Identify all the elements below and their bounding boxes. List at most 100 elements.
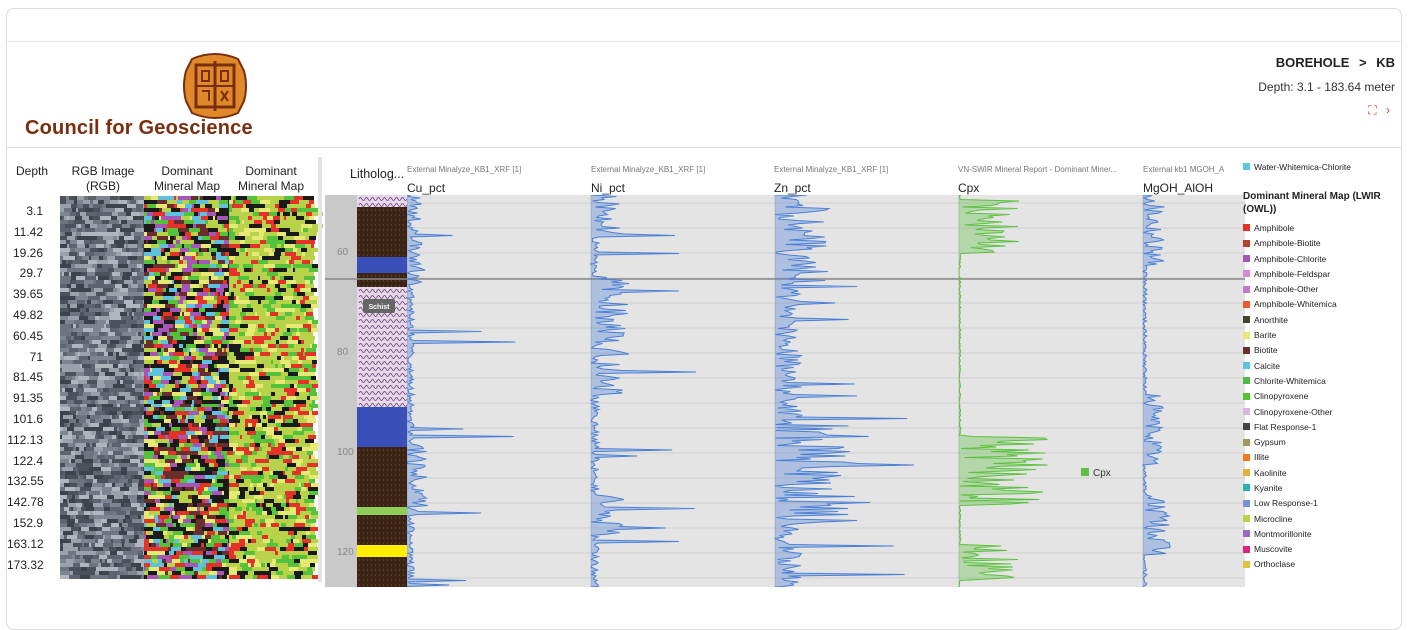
legend-swatch <box>1243 560 1250 568</box>
legend-swatch <box>1243 484 1250 492</box>
track-source: External Minalyze_KB1_XRF [1] <box>407 165 522 174</box>
legend-items: Amphibole Amphibole-Biotite Amphibole-Chlo… <box>1243 220 1401 572</box>
depth-tick: 71 <box>29 349 43 364</box>
org-name: Council for Geoscience <box>25 117 253 139</box>
council-logo <box>183 53 247 119</box>
breadcrumb: BOREHOLE > KB <box>1276 55 1395 70</box>
legend-title: Dominant Mineral Map (LWIR (OWL)) <box>1243 191 1381 216</box>
legend-item-label: Microcline <box>1254 513 1293 524</box>
rgb-image-column[interactable] <box>60 196 154 579</box>
legend-item-label: Barite <box>1254 330 1277 341</box>
depth-tick: 19.26 <box>12 245 43 260</box>
legend-swatch <box>1243 331 1250 339</box>
track-name[interactable]: Ni_pct <box>591 181 625 195</box>
legend-item-label: Montmorillonite <box>1254 528 1312 539</box>
legend-swatch <box>1243 163 1250 171</box>
legend-swatch <box>1243 423 1250 431</box>
dominant-mineral-map-2[interactable] <box>229 196 323 579</box>
lithology-unit[interactable] <box>357 257 407 273</box>
legend-item-label: Clinopyroxene <box>1254 391 1309 402</box>
track-source: External kb1 MGOH_A <box>1143 165 1225 174</box>
legend-item-label: Muscovite <box>1254 544 1293 555</box>
breadcrumb-separator: > <box>1359 55 1367 70</box>
borehole-viewer-card: Council for Geoscience BOREHOLE > KB Dep… <box>6 8 1402 630</box>
lithology-depth-mark: 100 <box>337 447 354 458</box>
legend-swatch <box>1243 270 1250 278</box>
col-header-dmm-1: Dominant Mineral Map <box>153 164 221 193</box>
legend-item: Orthoclase <box>1243 557 1401 572</box>
legend-item: Biotite <box>1243 343 1401 358</box>
legend-item: Low Response-1 <box>1243 496 1401 511</box>
legend-item: Amphibole-Biotite <box>1243 236 1401 251</box>
lithology-unit[interactable] <box>357 447 407 507</box>
legend-item: Amphibole <box>1243 220 1401 235</box>
lithology-unit[interactable] <box>357 407 407 447</box>
legend-item-label: Amphibole <box>1254 222 1295 233</box>
col-header-dmm-2: Dominant Mineral Map <box>237 164 305 193</box>
legend-item-label: Anorthite <box>1254 314 1289 325</box>
legend-item: Muscovite <box>1243 542 1401 557</box>
legend-swatch <box>1243 392 1250 400</box>
dominant-mineral-map-1[interactable] <box>144 196 238 579</box>
panel-splitter[interactable] <box>318 157 322 582</box>
legend-swatch <box>1243 453 1250 461</box>
col-header-rgb: RGB Image (RGB) <box>71 164 135 193</box>
track-name[interactable]: MgOH_AlOH <box>1143 181 1213 195</box>
lithology-unit[interactable] <box>357 545 407 557</box>
depth-tick: 173.32 <box>7 557 44 572</box>
col-header-depth: Depth <box>15 164 49 178</box>
legend-item: Calcite <box>1243 358 1401 373</box>
legend-item-label: Water-Whitemica-Chlorite <box>1254 161 1351 172</box>
legend-item: Amphibole-Whitemica <box>1243 297 1401 312</box>
lithology-unit[interactable] <box>357 507 407 515</box>
depth-tick: 29.7 <box>19 266 43 281</box>
legend-item: Amphibole-Chlorite <box>1243 251 1401 266</box>
legend: Water-Whitemica-Chlorite Dominant Minera… <box>1243 159 1401 572</box>
lithology-depth-mark: 80 <box>337 347 349 358</box>
legend-swatch <box>1243 346 1250 354</box>
track-name[interactable]: Cpx <box>958 181 979 195</box>
lithology-header: Litholog... <box>350 167 405 181</box>
legend-item-label: Kyanite <box>1254 482 1283 493</box>
depth-tick: 39.65 <box>12 287 43 302</box>
legend-item: Clinopyroxene-Other <box>1243 404 1401 419</box>
depth-tick: 81.45 <box>12 370 43 385</box>
depth-tick: 112.13 <box>7 432 43 447</box>
header-divider <box>7 147 1401 148</box>
legend-swatch <box>1243 499 1250 507</box>
track-source: VN-SWIR Mineral Report - Dominant Miner.… <box>958 165 1118 174</box>
breadcrumb-current[interactable]: KB <box>1376 55 1395 70</box>
track-source: External Minalyze_KB1_XRF [1] <box>591 165 706 174</box>
borehole-log-plot[interactable]: 60 80 100 120 Schist Cpx <box>325 195 1245 587</box>
legend-item-label: Chlorite-Whitemica <box>1254 375 1326 386</box>
depth-tick: 152.9 <box>12 516 43 530</box>
legend-swatch <box>1243 469 1250 477</box>
legend-swatch <box>1243 362 1250 370</box>
legend-item-label: Amphibole-Whitemica <box>1254 299 1337 310</box>
breadcrumb-root[interactable]: BOREHOLE <box>1276 55 1350 70</box>
legend-item: Anorthite <box>1243 312 1401 327</box>
legend-item-label: Kaolinite <box>1254 467 1287 478</box>
lithology-unit[interactable] <box>357 557 407 587</box>
legend-item-label: Amphibole-Feldspar <box>1254 268 1331 279</box>
lithology-unit[interactable] <box>357 273 407 287</box>
legend-swatch <box>1243 530 1250 538</box>
legend-swatch <box>1243 285 1250 293</box>
cpx-legend-swatch <box>1081 468 1089 476</box>
depth-tick: 91.35 <box>12 391 43 406</box>
legend-swatch <box>1243 515 1250 523</box>
legend-item: Kaolinite <box>1243 465 1401 480</box>
legend-swatch <box>1243 255 1250 263</box>
legend-item: Barite <box>1243 327 1401 342</box>
legend-item: Clinopyroxene <box>1243 389 1401 404</box>
depth-tick: 49.82 <box>12 308 43 322</box>
legend-item: Amphibole-Other <box>1243 281 1401 296</box>
expand-icon[interactable]: ⛶ › <box>1368 103 1393 118</box>
track-name[interactable]: Zn_pct <box>774 181 811 195</box>
lithology-unit[interactable] <box>357 515 407 545</box>
depth-tick: 101.6 <box>12 412 43 426</box>
legend-item-label: Clinopyroxene-Other <box>1254 406 1333 417</box>
legend-swatch <box>1243 545 1250 553</box>
track-name[interactable]: Cu_pct <box>407 181 445 195</box>
legend-item-label: Orthoclase <box>1254 559 1296 570</box>
